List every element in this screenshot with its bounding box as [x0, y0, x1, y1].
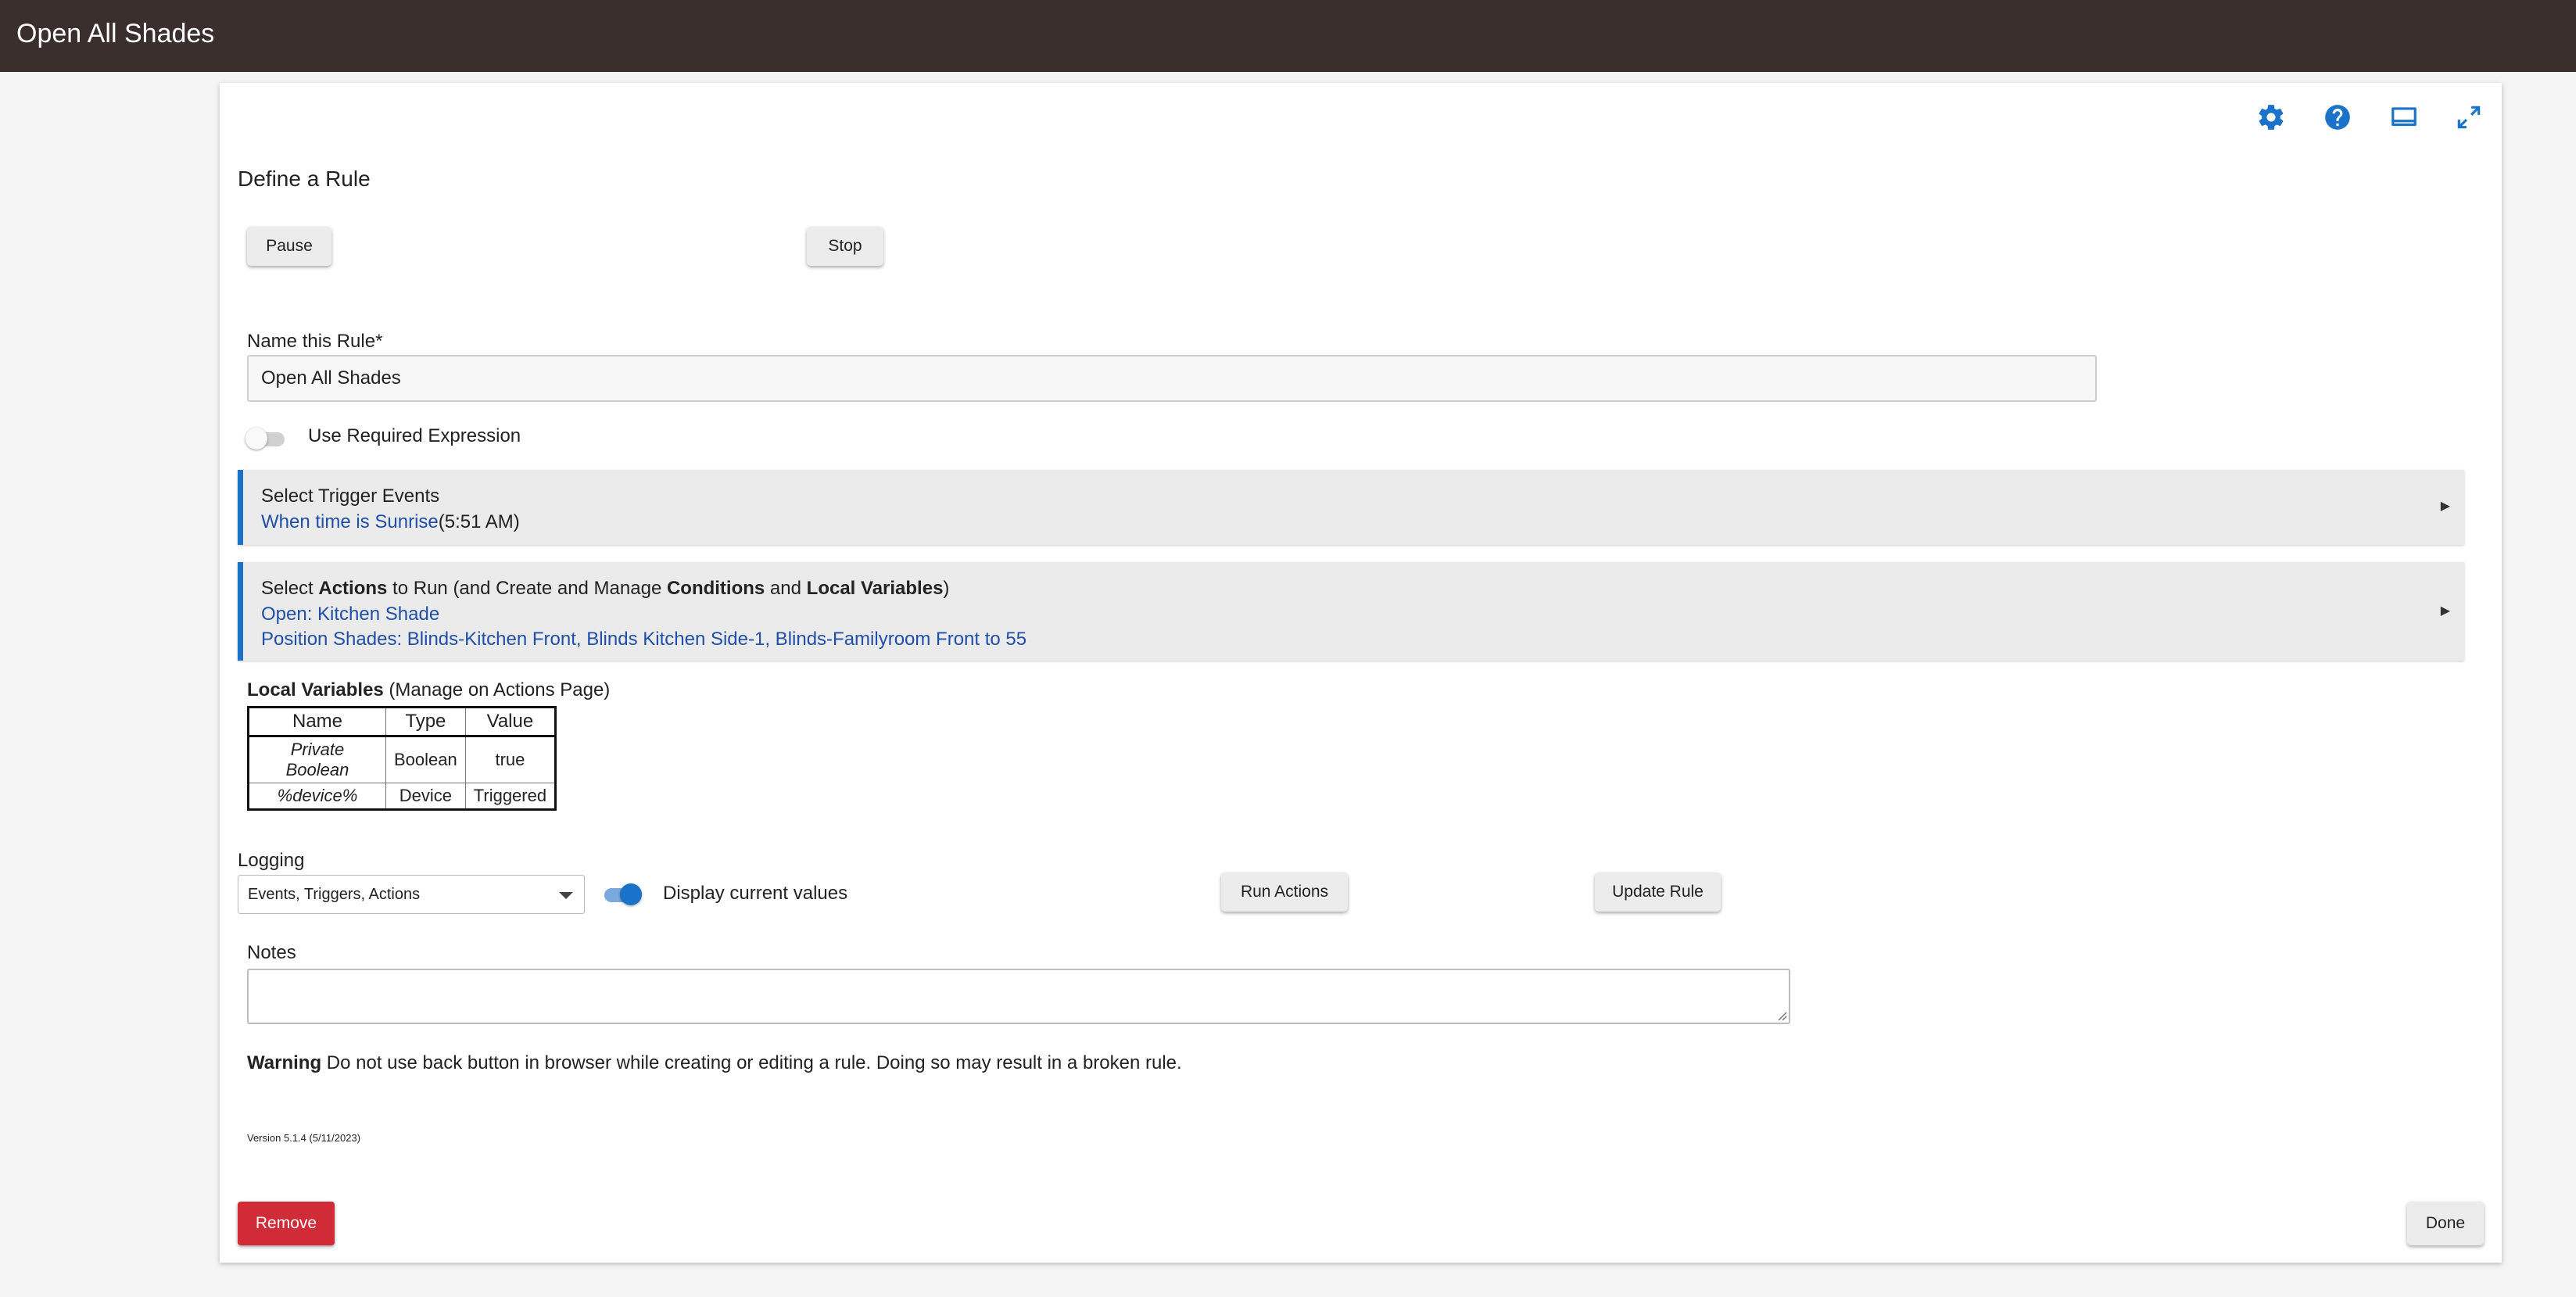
display-current-values-toggle[interactable]	[601, 883, 642, 905]
local-variables-table: Name Type Value Private Boolean Boolean …	[247, 706, 557, 811]
table-row: Private Boolean Boolean true	[248, 736, 557, 783]
update-rule-button[interactable]: Update Rule	[1595, 872, 1721, 912]
fullscreen-icon	[2457, 106, 2481, 129]
settings-button[interactable]	[2251, 97, 2291, 138]
table-cell: Private Boolean	[248, 736, 386, 783]
run-actions-button[interactable]: Run Actions	[1221, 872, 1348, 912]
done-button[interactable]: Done	[2407, 1202, 2484, 1245]
rule-card: Define a Rule Pause Stop Name this Rule*…	[220, 83, 2502, 1263]
logging-selected-value: Events, Triggers, Actions	[248, 886, 421, 903]
version-text: Version 5.1.4 (5/11/2023)	[247, 1132, 361, 1144]
action-item: Open: Kitchen Shade	[261, 604, 440, 625]
required-expression-label: Use Required Expression	[308, 425, 521, 446]
rule-name-label: Name this Rule*	[247, 331, 383, 352]
table-cell: Boolean	[385, 736, 466, 783]
monitor-icon	[2391, 107, 2417, 127]
resize-grip-icon[interactable]	[1775, 1009, 1787, 1021]
actions-title-part: Select	[261, 578, 319, 599]
display-current-values-label: Display current values	[663, 883, 848, 904]
chevron-down-icon	[559, 892, 573, 899]
toggle-knob	[620, 883, 642, 905]
local-variables-heading: Local Variables (Manage on Actions Page)	[247, 679, 610, 701]
pause-button[interactable]: Pause	[247, 227, 331, 266]
local-variables-heading-note: (Manage on Actions Page)	[383, 679, 611, 700]
notes-textarea[interactable]	[247, 969, 1790, 1024]
toggle-knob	[245, 428, 267, 450]
warning-text: Do not use back button in browser while …	[321, 1052, 1182, 1073]
top-bar: Open All Shades	[0, 0, 2576, 72]
logging-label: Logging	[238, 850, 305, 871]
logging-select[interactable]: Events, Triggers, Actions	[238, 875, 585, 914]
table-header-row: Name Type Value	[248, 707, 557, 737]
trigger-event-time: (5:51 AM)	[438, 511, 520, 532]
trigger-event-line: When time is Sunrise(5:51 AM)	[261, 511, 520, 533]
column-header: Name	[248, 707, 386, 737]
actions-title-part: and	[765, 578, 807, 599]
trigger-event-link[interactable]: When time is Sunrise	[261, 511, 439, 532]
fullscreen-button[interactable]	[2449, 97, 2489, 138]
section-title: Define a Rule	[238, 167, 371, 191]
notes-label: Notes	[247, 942, 296, 963]
required-expression-toggle[interactable]	[245, 428, 286, 450]
local-variables-title-bold: Local Variables	[806, 578, 944, 599]
column-header: Value	[464, 707, 557, 737]
column-header: Type	[385, 707, 466, 737]
help-icon	[2325, 105, 2350, 130]
table-cell: true	[464, 736, 557, 783]
trigger-events-panel[interactable]: Select Trigger Events When time is Sunri…	[238, 470, 2464, 545]
gear-icon	[2259, 105, 2284, 130]
warning-bold: Warning	[247, 1052, 322, 1073]
trigger-events-title: Select Trigger Events	[261, 485, 440, 507]
table-cell: Triggered	[464, 783, 557, 810]
app-title: Open All Shades	[16, 19, 215, 48]
actions-title-bold: Actions	[318, 578, 388, 599]
display-button[interactable]	[2384, 97, 2424, 138]
actions-title: Select Actions to Run (and Create and Ma…	[261, 578, 949, 600]
stop-button[interactable]: Stop	[807, 227, 883, 266]
actions-title-part: to Run (and Create and Manage	[387, 578, 667, 599]
expand-arrow-icon: ▶	[2440, 500, 2450, 513]
warning-message: Warning Do not use back button in browse…	[247, 1052, 1182, 1074]
local-variables-heading-bold: Local Variables	[247, 679, 384, 700]
table-cell: Device	[385, 783, 466, 810]
table-row: %device% Device Triggered	[248, 783, 557, 810]
conditions-title-bold: Conditions	[666, 578, 765, 599]
remove-button[interactable]: Remove	[238, 1202, 335, 1245]
action-item: Position Shades: Blinds-Kitchen Front, B…	[261, 629, 1027, 650]
table-cell: %device%	[248, 783, 386, 810]
rule-name-input[interactable]: Open All Shades	[247, 355, 2097, 402]
help-button[interactable]	[2317, 97, 2358, 138]
actions-panel[interactable]: Select Actions to Run (and Create and Ma…	[238, 562, 2464, 661]
actions-title-part: )	[943, 578, 950, 599]
expand-arrow-icon: ▶	[2440, 604, 2450, 618]
